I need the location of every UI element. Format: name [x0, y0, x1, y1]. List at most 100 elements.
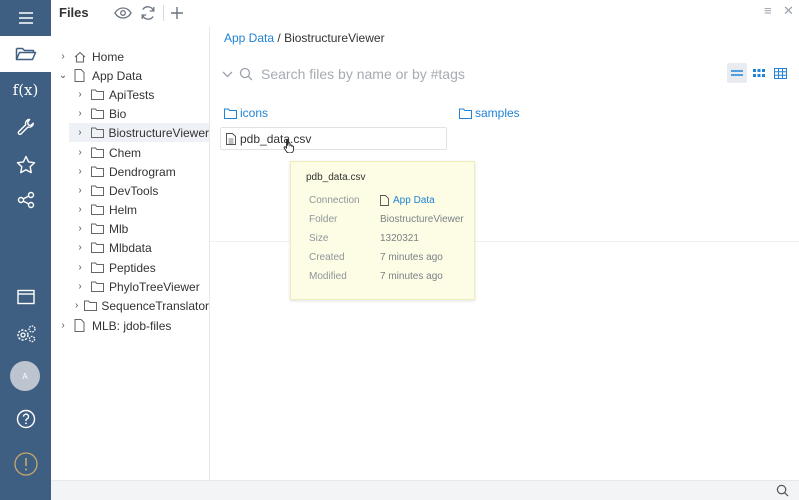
alerts-rail-button[interactable] [0, 446, 51, 482]
tree-item-mlbdata[interactable]: › Mlbdata [74, 238, 209, 257]
folder-name: icons [240, 106, 269, 120]
breadcrumb-root-link[interactable]: App Data [224, 31, 274, 45]
tree-item-home[interactable]: › Home [57, 47, 207, 66]
folder-icon [459, 108, 472, 119]
chevron-right-icon[interactable]: › [57, 51, 69, 62]
tree-item-apitests[interactable]: › ApiTests [74, 85, 209, 104]
chevron-right-icon[interactable]: › [74, 262, 86, 273]
tree-item-label: Chem [109, 145, 142, 160]
folder-icon [224, 108, 237, 119]
tools-rail-button[interactable] [0, 109, 51, 145]
help-icon [16, 409, 35, 429]
file-item-pdb-data-csv[interactable]: pdb_data.csv [220, 127, 447, 150]
tree-item-label: PhyloTreeViewer [109, 279, 200, 294]
chevron-right-icon[interactable]: › [74, 204, 86, 215]
folder-icon [84, 299, 98, 312]
folder-icon [91, 88, 105, 101]
chevron-right-icon[interactable]: › [74, 166, 86, 177]
settings-gears-icon [16, 325, 36, 343]
chevron-down-icon[interactable] [220, 71, 234, 78]
close-icon[interactable]: ✕ [783, 3, 794, 19]
tree-item-label: SequenceTranslator [101, 298, 209, 313]
chevron-right-icon[interactable]: › [74, 147, 86, 158]
file-name: pdb_data.csv [240, 131, 312, 146]
tree-item-label: Mlb [109, 221, 129, 236]
tree-item-phylotreeviewer[interactable]: › PhyloTreeViewer [74, 277, 209, 296]
menu-icon [18, 12, 33, 24]
folder-open-icon [15, 47, 36, 61]
folder-item-icons[interactable]: icons [224, 106, 268, 120]
share-nodes-icon [17, 191, 34, 209]
toolbar-divider [163, 5, 164, 21]
tree-item-chem[interactable]: › Chem [74, 143, 209, 162]
windows-rail-button[interactable] [0, 279, 51, 315]
file-tree: › Home ⌄ App Data › ApiTests › Bio › Bio… [51, 26, 210, 480]
refresh-button[interactable] [138, 3, 158, 23]
tree-item-sequencetranslator[interactable]: › SequenceTranslator [74, 296, 209, 315]
panel-menu-icon[interactable]: ≡ [764, 3, 772, 18]
share-rail-button[interactable] [0, 182, 51, 218]
home-icon [74, 50, 88, 63]
folder-icon [91, 203, 105, 216]
folder-icon [91, 146, 105, 159]
breadcrumb: App Data / BiostructureViewer [224, 31, 385, 45]
tooltip-row-modified: Modified 7 minutes ago [309, 270, 443, 282]
tooltip-row-connection: Connection App Data [309, 194, 435, 206]
tree-item-label: Home [92, 49, 125, 64]
function-icon: f(x) [12, 81, 39, 99]
tooltip-row-created: Created 7 minutes ago [309, 251, 443, 263]
chevron-right-icon[interactable]: › [74, 300, 79, 311]
list-view-icon [731, 70, 743, 76]
tree-item-mlb-jdob-files[interactable]: › MLB: jdob-files [57, 316, 207, 335]
chevron-down-icon[interactable]: ⌄ [57, 70, 69, 81]
tree-item-devtools[interactable]: › DevTools [74, 181, 209, 200]
list-view-button[interactable] [727, 63, 747, 83]
plus-icon [171, 7, 183, 19]
table-view-button[interactable] [770, 63, 790, 83]
chevron-right-icon[interactable]: › [74, 242, 86, 253]
functions-rail-button[interactable]: f(x) [0, 72, 51, 108]
tree-item-peptides[interactable]: › Peptides [74, 258, 209, 277]
tree-item-label: Bio [109, 106, 127, 121]
preview-toggle-button[interactable] [113, 3, 133, 23]
tree-item-label: BiostructureViewer [108, 125, 210, 140]
settings-rail-button[interactable] [0, 316, 51, 352]
tree-item-label: DevTools [109, 183, 159, 198]
tree-item-biostructureviewer[interactable]: › BiostructureViewer [69, 123, 209, 142]
folder-icon [91, 107, 105, 120]
search-input[interactable] [261, 66, 701, 82]
add-button[interactable] [167, 3, 187, 23]
chevron-right-icon[interactable]: › [74, 89, 86, 100]
grid-view-button[interactable] [749, 63, 769, 83]
tree-item-mlb[interactable]: › Mlb [74, 219, 209, 238]
folder-icon [91, 261, 105, 274]
chevron-right-icon[interactable]: › [57, 320, 69, 331]
file-icon [74, 319, 88, 332]
panel-header: Files ≡ ✕ [51, 0, 799, 26]
tree-item-app-data[interactable]: ⌄ App Data [57, 66, 207, 85]
help-rail-button[interactable] [0, 401, 51, 437]
favorites-rail-button[interactable] [0, 146, 51, 182]
search-icon[interactable] [776, 484, 789, 500]
menu-button[interactable] [0, 0, 51, 36]
files-rail-button[interactable] [0, 36, 51, 72]
folder-item-samples[interactable]: samples [459, 106, 520, 120]
sidebar-rail: f(x) A [0, 0, 51, 500]
chevron-right-icon[interactable]: › [74, 108, 86, 119]
tree-item-bio[interactable]: › Bio [74, 104, 209, 123]
tree-item-label: App Data [92, 68, 143, 83]
connection-link[interactable]: App Data [380, 195, 435, 206]
chevron-right-icon[interactable]: › [74, 281, 86, 292]
wrench-icon [17, 118, 34, 136]
tree-item-dendrogram[interactable]: › Dendrogram [74, 162, 209, 181]
folder-icon [91, 280, 105, 293]
folder-icon [91, 184, 105, 197]
tree-item-helm[interactable]: › Helm [74, 200, 209, 219]
avatar[interactable]: A [10, 361, 40, 391]
chevron-right-icon[interactable]: › [74, 223, 86, 234]
tree-item-label: Dendrogram [109, 164, 176, 179]
chevron-right-icon[interactable]: › [74, 127, 86, 138]
chevron-right-icon[interactable]: › [74, 185, 86, 196]
breadcrumb-current: BiostructureViewer [284, 31, 385, 45]
refresh-icon [141, 6, 155, 20]
